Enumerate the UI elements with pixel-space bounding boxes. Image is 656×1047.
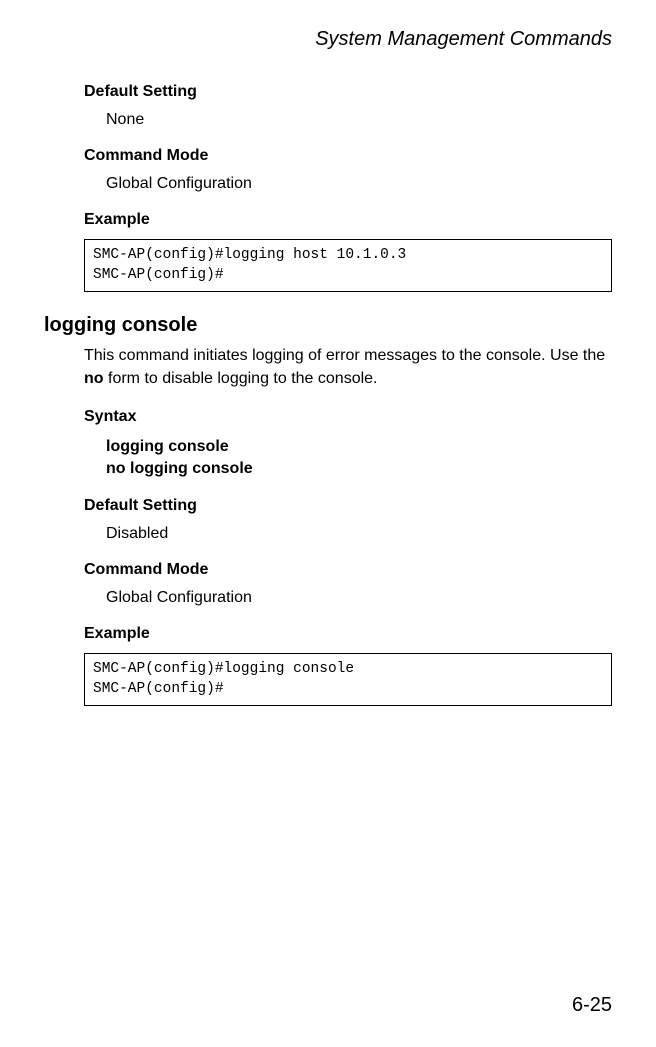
- example-code-block-2: SMC-AP(config)#logging console SMC-AP(co…: [84, 653, 612, 706]
- command-mode-label: Command Mode: [84, 147, 612, 165]
- description-pre: This command initiates logging of error …: [84, 347, 605, 364]
- syntax-line-2: no logging console: [106, 458, 612, 480]
- command-mode-value-2: Global Configuration: [106, 589, 612, 607]
- example-label: Example: [84, 211, 612, 229]
- example-label-2: Example: [84, 625, 612, 643]
- description-post: form to disable logging to the console.: [104, 370, 378, 387]
- default-setting-label: Default Setting: [84, 83, 612, 101]
- syntax-lines: logging console no logging console: [106, 436, 612, 479]
- command-details-section: Syntax logging console no logging consol…: [84, 408, 612, 706]
- syntax-label: Syntax: [84, 408, 612, 426]
- command-mode-value: Global Configuration: [106, 175, 612, 193]
- default-setting-value: None: [106, 111, 612, 129]
- syntax-line-1: logging console: [106, 436, 612, 458]
- example-code-block: SMC-AP(config)#logging host 10.1.0.3 SMC…: [84, 239, 612, 292]
- command-mode-label-2: Command Mode: [84, 561, 612, 579]
- default-setting-label-2: Default Setting: [84, 497, 612, 515]
- prior-command-section: Default Setting None Command Mode Global…: [84, 83, 612, 292]
- command-title: logging console: [44, 314, 612, 337]
- command-description: This command initiates logging of error …: [84, 345, 612, 390]
- default-setting-value-2: Disabled: [106, 525, 612, 543]
- page-number: 6-25: [572, 994, 612, 1017]
- description-bold: no: [84, 370, 104, 387]
- page-header-title: System Management Commands: [44, 28, 612, 51]
